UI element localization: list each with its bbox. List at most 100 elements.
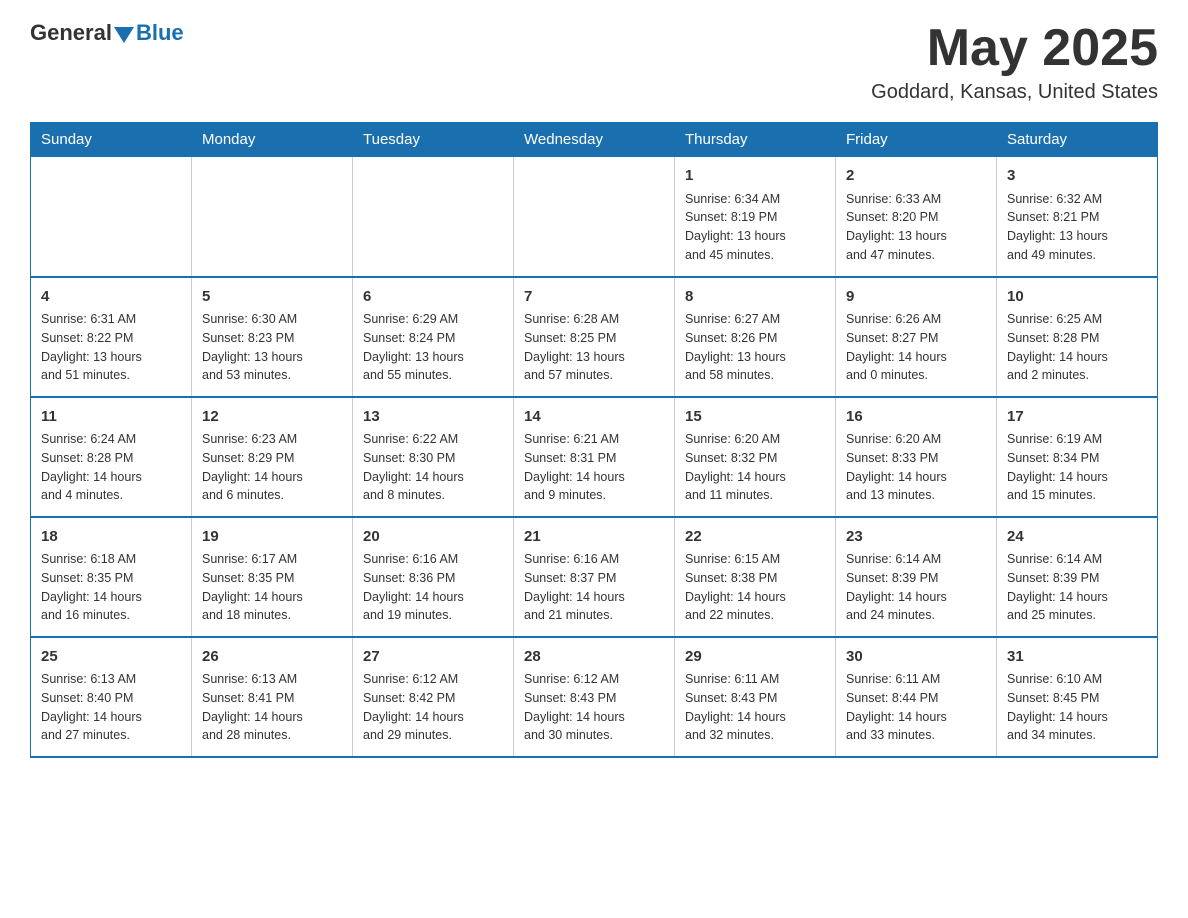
day-info: Sunrise: 6:12 AM Sunset: 8:43 PM Dayligh… [524, 670, 664, 745]
calendar-week-row: 11Sunrise: 6:24 AM Sunset: 8:28 PM Dayli… [31, 397, 1158, 517]
day-info: Sunrise: 6:33 AM Sunset: 8:20 PM Dayligh… [846, 190, 986, 265]
empty-day-cell [353, 157, 514, 277]
calendar-day-cell: 17Sunrise: 6:19 AM Sunset: 8:34 PM Dayli… [997, 397, 1158, 517]
day-info: Sunrise: 6:16 AM Sunset: 8:36 PM Dayligh… [363, 550, 503, 625]
day-info: Sunrise: 6:15 AM Sunset: 8:38 PM Dayligh… [685, 550, 825, 625]
day-info: Sunrise: 6:24 AM Sunset: 8:28 PM Dayligh… [41, 430, 181, 505]
day-info: Sunrise: 6:16 AM Sunset: 8:37 PM Dayligh… [524, 550, 664, 625]
day-info: Sunrise: 6:13 AM Sunset: 8:41 PM Dayligh… [202, 670, 342, 745]
calendar-day-cell: 14Sunrise: 6:21 AM Sunset: 8:31 PM Dayli… [514, 397, 675, 517]
logo-blue-text: Blue [136, 20, 184, 46]
calendar-day-cell: 31Sunrise: 6:10 AM Sunset: 8:45 PM Dayli… [997, 637, 1158, 757]
day-number: 16 [846, 406, 986, 429]
subtitle: Goddard, Kansas, United States [871, 81, 1158, 104]
calendar-day-cell: 12Sunrise: 6:23 AM Sunset: 8:29 PM Dayli… [192, 397, 353, 517]
calendar-day-cell: 26Sunrise: 6:13 AM Sunset: 8:41 PM Dayli… [192, 637, 353, 757]
day-info: Sunrise: 6:21 AM Sunset: 8:31 PM Dayligh… [524, 430, 664, 505]
calendar-day-cell: 8Sunrise: 6:27 AM Sunset: 8:26 PM Daylig… [675, 277, 836, 397]
empty-day-cell [514, 157, 675, 277]
day-number: 17 [1007, 406, 1147, 429]
day-info: Sunrise: 6:30 AM Sunset: 8:23 PM Dayligh… [202, 310, 342, 385]
calendar-week-row: 1Sunrise: 6:34 AM Sunset: 8:19 PM Daylig… [31, 157, 1158, 277]
day-info: Sunrise: 6:11 AM Sunset: 8:44 PM Dayligh… [846, 670, 986, 745]
day-number: 4 [41, 286, 181, 309]
calendar-day-cell: 21Sunrise: 6:16 AM Sunset: 8:37 PM Dayli… [514, 517, 675, 637]
calendar-day-cell: 2Sunrise: 6:33 AM Sunset: 8:20 PM Daylig… [836, 157, 997, 277]
calendar-week-row: 18Sunrise: 6:18 AM Sunset: 8:35 PM Dayli… [31, 517, 1158, 637]
day-number: 13 [363, 406, 503, 429]
calendar-day-cell: 27Sunrise: 6:12 AM Sunset: 8:42 PM Dayli… [353, 637, 514, 757]
empty-day-cell [192, 157, 353, 277]
calendar-day-cell: 1Sunrise: 6:34 AM Sunset: 8:19 PM Daylig… [675, 157, 836, 277]
empty-day-cell [31, 157, 192, 277]
calendar-table: SundayMondayTuesdayWednesdayThursdayFrid… [30, 122, 1158, 758]
calendar-day-cell: 5Sunrise: 6:30 AM Sunset: 8:23 PM Daylig… [192, 277, 353, 397]
day-number: 8 [685, 286, 825, 309]
logo-general-text: General [30, 20, 112, 46]
calendar-day-cell: 11Sunrise: 6:24 AM Sunset: 8:28 PM Dayli… [31, 397, 192, 517]
col-header-wednesday: Wednesday [514, 123, 675, 157]
day-info: Sunrise: 6:27 AM Sunset: 8:26 PM Dayligh… [685, 310, 825, 385]
calendar-header-row: SundayMondayTuesdayWednesdayThursdayFrid… [31, 123, 1158, 157]
day-number: 1 [685, 165, 825, 188]
day-info: Sunrise: 6:19 AM Sunset: 8:34 PM Dayligh… [1007, 430, 1147, 505]
calendar-day-cell: 22Sunrise: 6:15 AM Sunset: 8:38 PM Dayli… [675, 517, 836, 637]
calendar-week-row: 4Sunrise: 6:31 AM Sunset: 8:22 PM Daylig… [31, 277, 1158, 397]
day-number: 20 [363, 526, 503, 549]
day-number: 9 [846, 286, 986, 309]
day-info: Sunrise: 6:20 AM Sunset: 8:32 PM Dayligh… [685, 430, 825, 505]
day-info: Sunrise: 6:22 AM Sunset: 8:30 PM Dayligh… [363, 430, 503, 505]
calendar-day-cell: 4Sunrise: 6:31 AM Sunset: 8:22 PM Daylig… [31, 277, 192, 397]
day-info: Sunrise: 6:20 AM Sunset: 8:33 PM Dayligh… [846, 430, 986, 505]
calendar-day-cell: 23Sunrise: 6:14 AM Sunset: 8:39 PM Dayli… [836, 517, 997, 637]
logo-arrow-icon [114, 27, 134, 43]
calendar-day-cell: 16Sunrise: 6:20 AM Sunset: 8:33 PM Dayli… [836, 397, 997, 517]
day-number: 10 [1007, 286, 1147, 309]
day-info: Sunrise: 6:32 AM Sunset: 8:21 PM Dayligh… [1007, 190, 1147, 265]
calendar-day-cell: 9Sunrise: 6:26 AM Sunset: 8:27 PM Daylig… [836, 277, 997, 397]
calendar-day-cell: 20Sunrise: 6:16 AM Sunset: 8:36 PM Dayli… [353, 517, 514, 637]
col-header-monday: Monday [192, 123, 353, 157]
calendar-day-cell: 3Sunrise: 6:32 AM Sunset: 8:21 PM Daylig… [997, 157, 1158, 277]
day-info: Sunrise: 6:14 AM Sunset: 8:39 PM Dayligh… [1007, 550, 1147, 625]
day-number: 11 [41, 406, 181, 429]
calendar-day-cell: 6Sunrise: 6:29 AM Sunset: 8:24 PM Daylig… [353, 277, 514, 397]
day-info: Sunrise: 6:14 AM Sunset: 8:39 PM Dayligh… [846, 550, 986, 625]
day-number: 29 [685, 646, 825, 669]
day-number: 19 [202, 526, 342, 549]
calendar-day-cell: 18Sunrise: 6:18 AM Sunset: 8:35 PM Dayli… [31, 517, 192, 637]
day-info: Sunrise: 6:28 AM Sunset: 8:25 PM Dayligh… [524, 310, 664, 385]
day-number: 28 [524, 646, 664, 669]
calendar-day-cell: 10Sunrise: 6:25 AM Sunset: 8:28 PM Dayli… [997, 277, 1158, 397]
day-number: 24 [1007, 526, 1147, 549]
calendar-day-cell: 7Sunrise: 6:28 AM Sunset: 8:25 PM Daylig… [514, 277, 675, 397]
day-number: 3 [1007, 165, 1147, 188]
day-info: Sunrise: 6:11 AM Sunset: 8:43 PM Dayligh… [685, 670, 825, 745]
calendar-week-row: 25Sunrise: 6:13 AM Sunset: 8:40 PM Dayli… [31, 637, 1158, 757]
col-header-tuesday: Tuesday [353, 123, 514, 157]
col-header-sunday: Sunday [31, 123, 192, 157]
day-number: 18 [41, 526, 181, 549]
day-number: 12 [202, 406, 342, 429]
day-info: Sunrise: 6:29 AM Sunset: 8:24 PM Dayligh… [363, 310, 503, 385]
day-number: 5 [202, 286, 342, 309]
day-number: 25 [41, 646, 181, 669]
col-header-friday: Friday [836, 123, 997, 157]
col-header-thursday: Thursday [675, 123, 836, 157]
col-header-saturday: Saturday [997, 123, 1158, 157]
calendar-day-cell: 25Sunrise: 6:13 AM Sunset: 8:40 PM Dayli… [31, 637, 192, 757]
day-info: Sunrise: 6:25 AM Sunset: 8:28 PM Dayligh… [1007, 310, 1147, 385]
day-number: 15 [685, 406, 825, 429]
day-number: 23 [846, 526, 986, 549]
main-title: May 2025 [871, 20, 1158, 77]
calendar-day-cell: 30Sunrise: 6:11 AM Sunset: 8:44 PM Dayli… [836, 637, 997, 757]
day-number: 30 [846, 646, 986, 669]
calendar-day-cell: 24Sunrise: 6:14 AM Sunset: 8:39 PM Dayli… [997, 517, 1158, 637]
day-info: Sunrise: 6:34 AM Sunset: 8:19 PM Dayligh… [685, 190, 825, 265]
day-info: Sunrise: 6:31 AM Sunset: 8:22 PM Dayligh… [41, 310, 181, 385]
calendar-day-cell: 19Sunrise: 6:17 AM Sunset: 8:35 PM Dayli… [192, 517, 353, 637]
day-number: 26 [202, 646, 342, 669]
day-number: 27 [363, 646, 503, 669]
day-info: Sunrise: 6:26 AM Sunset: 8:27 PM Dayligh… [846, 310, 986, 385]
day-info: Sunrise: 6:23 AM Sunset: 8:29 PM Dayligh… [202, 430, 342, 505]
